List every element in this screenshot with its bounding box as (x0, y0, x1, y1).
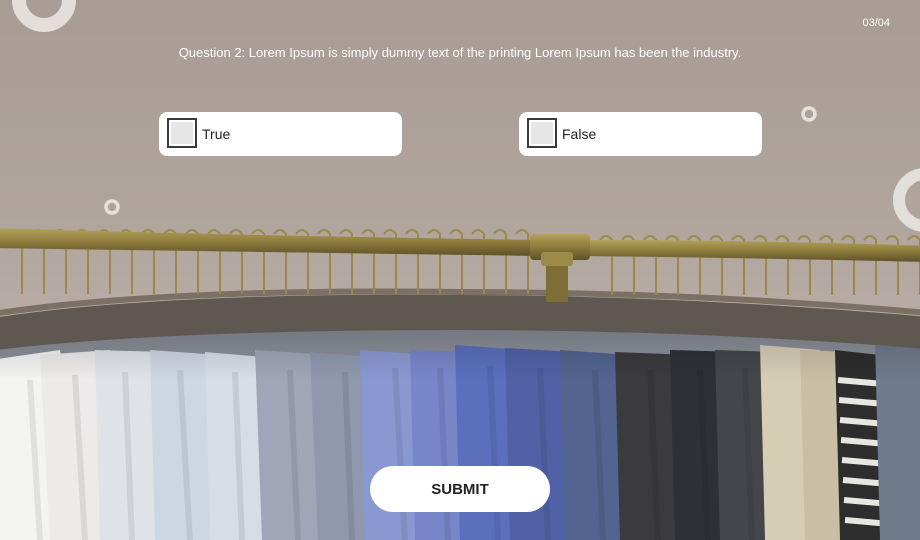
question-text: Question 2: Lorem Ipsum is simply dummy … (178, 45, 742, 60)
decorative-ring-right (893, 168, 920, 232)
option-true-label: True (202, 126, 231, 142)
submit-button[interactable]: SUBMIT (370, 466, 550, 512)
question-counter: 03/04 (862, 17, 890, 29)
false-checkbox[interactable] (527, 118, 557, 148)
option-true[interactable]: True (159, 112, 402, 156)
true-checkbox[interactable] (167, 118, 197, 148)
decorative-ring-topleft (12, 0, 76, 32)
background-photo (0, 0, 920, 540)
decorative-ring-small-left (104, 199, 120, 215)
option-false-label: False (562, 126, 597, 142)
quiz-screen: 03/04 Question 2: Lorem Ipsum is simply … (0, 0, 920, 540)
decorative-ring-small-right (801, 106, 817, 122)
option-false[interactable]: False (519, 112, 762, 156)
